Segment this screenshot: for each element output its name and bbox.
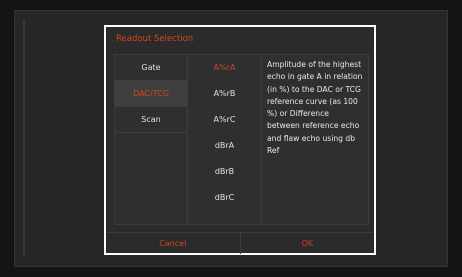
option-db-ra[interactable]: dBrA [188,133,261,159]
background-divider [23,19,25,255]
option-a-percent-rc[interactable]: A%rC [188,107,261,133]
dialog-footer: Cancel OK [106,232,374,254]
category-gate[interactable]: Gate [115,55,187,81]
ok-button[interactable]: OK [239,233,375,254]
readout-selection-dialog: Readout Selection Gate DAC/TCG Scan A%rA… [104,25,376,255]
option-description: Amplitude of the highest echo in gate A … [262,54,369,225]
option-a-percent-ra[interactable]: A%rA [188,55,261,81]
option-db-rb[interactable]: dBrB [188,159,261,185]
option-a-percent-rb[interactable]: A%rB [188,81,261,107]
dialog-title: Readout Selection [116,34,194,44]
category-list: Gate DAC/TCG Scan [114,54,188,225]
readout-option-list: A%rA A%rB A%rC dBrA dBrB dBrC [188,54,262,225]
cancel-button[interactable]: Cancel [106,233,240,254]
category-dac-tcg[interactable]: DAC/TCG [115,81,187,107]
option-db-rc[interactable]: dBrC [188,185,261,211]
category-scan[interactable]: Scan [115,107,187,133]
